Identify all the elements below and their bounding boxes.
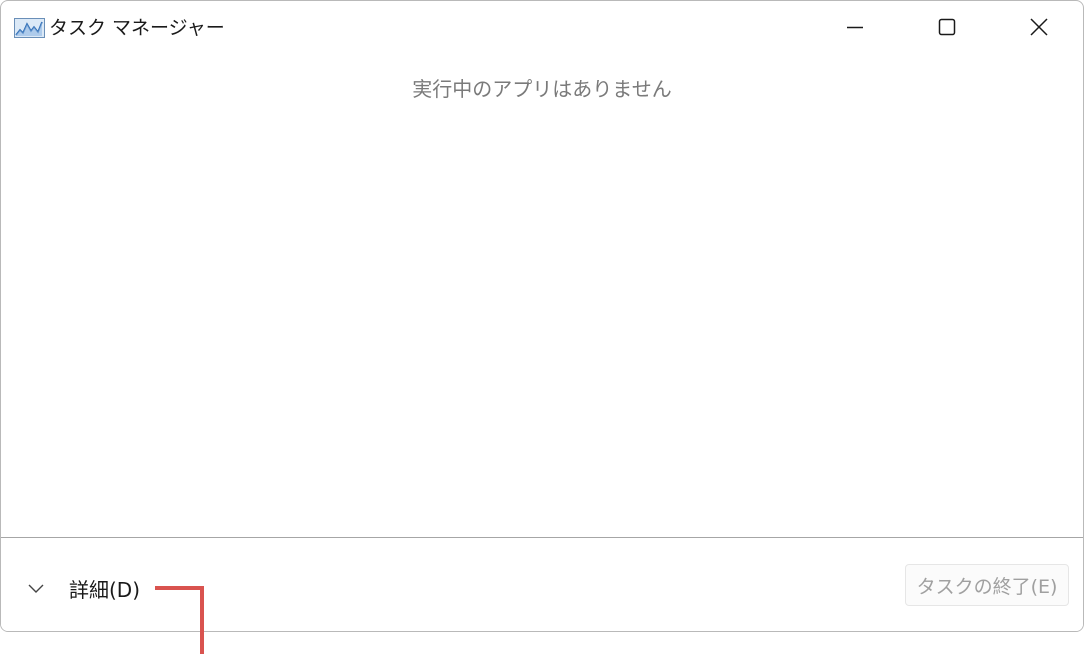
footer-bar: 詳細(D) タスクの終了(E) <box>1 537 1083 631</box>
minimize-icon <box>847 26 863 29</box>
maximize-icon <box>938 18 956 36</box>
close-icon <box>1030 18 1048 36</box>
maximize-button[interactable] <box>901 1 993 53</box>
window-title: タスク マネージャー <box>49 17 225 39</box>
close-button[interactable] <box>993 1 1083 53</box>
details-label: 詳細(D) <box>69 577 141 602</box>
no-running-apps-message: 実行中のアプリはありません <box>412 77 672 101</box>
chevron-down-icon <box>15 568 55 608</box>
details-toggle-button[interactable]: 詳細(D) <box>15 568 140 608</box>
minimize-button[interactable] <box>809 1 901 53</box>
task-manager-app-icon <box>14 18 45 38</box>
end-task-button[interactable]: タスクの終了(E) <box>905 564 1069 606</box>
task-manager-window: タスク マネージャー 実行中のアプリはありません 詳細(D) タスクの終了(E) <box>0 0 1084 632</box>
title-bar[interactable]: タスク マネージャー <box>1 1 1083 53</box>
